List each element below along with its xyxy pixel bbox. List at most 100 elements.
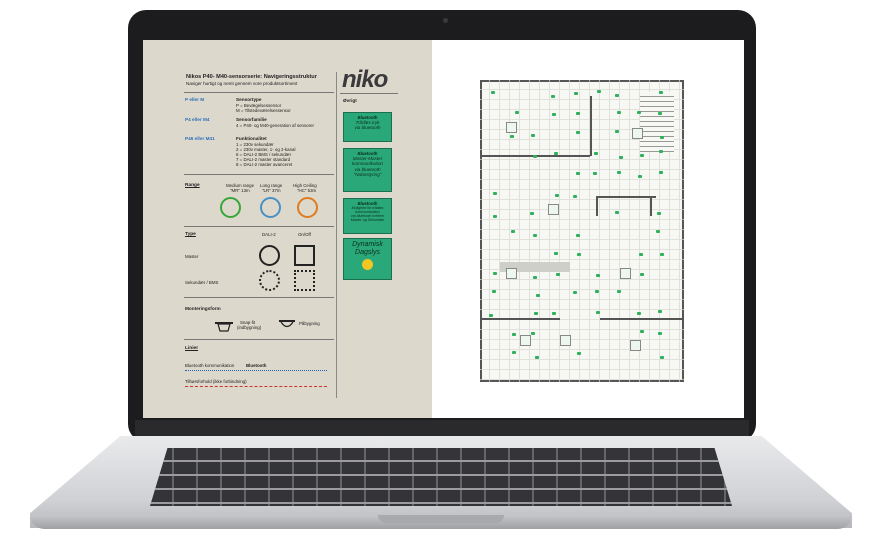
- bluetooth-tag: Bluetooth: [246, 363, 267, 368]
- sensor-marker: [530, 211, 535, 215]
- sensor-marker: [552, 112, 557, 116]
- sensor-marker: [636, 110, 641, 114]
- sensor-marker: [552, 312, 557, 316]
- sensor-marker: [530, 332, 535, 336]
- bluetooth-master-box: Bluetooth Master-Master kommunikation vi…: [343, 148, 392, 192]
- range-hc-value: "HC" 53m: [297, 188, 317, 193]
- sensor-marker: [553, 151, 558, 155]
- keyboard-rows: [150, 448, 732, 506]
- daylight-box: Dynamisk Dagslys: [343, 238, 392, 280]
- mounting-paabygning: Påbygning: [299, 321, 320, 326]
- sensor-marker: [576, 171, 581, 175]
- niko-logo: niko: [342, 66, 388, 93]
- lines-label: Linier: [185, 346, 199, 351]
- webcam: [443, 18, 448, 23]
- sekundaer-onoff-symbol: [294, 270, 315, 291]
- sensor-marker: [658, 112, 663, 116]
- sensor-marker: [640, 330, 645, 334]
- sensor-marker: [514, 110, 519, 114]
- bluetooth-secondary-box: Bluetooth Mulighed for trådløs kommunika…: [343, 198, 392, 234]
- sensor-marker: [553, 252, 558, 256]
- ovrigt-label: Øvrigt: [343, 98, 357, 103]
- range-lr-circle: [260, 197, 281, 218]
- desc-line: 4 = P40- og M40-generation af sensorer: [236, 123, 314, 128]
- line-bluetooth-label: Bluetooth kommunikation: [185, 363, 235, 368]
- master-dali-symbol: [259, 245, 280, 266]
- sensor-marker: [636, 312, 641, 316]
- sensor-marker: [619, 155, 624, 159]
- page-subtitle: Naviger hurtigt og nemt gennem vore prod…: [186, 81, 298, 86]
- sensor-marker: [659, 135, 664, 139]
- sensor-marker: [555, 272, 560, 276]
- sensor-marker: [616, 170, 621, 174]
- staircase: [640, 92, 674, 152]
- sensor-marker: [555, 193, 560, 197]
- sensor-marker: [660, 252, 665, 256]
- wall: [650, 196, 652, 216]
- box-text: Dynamisk: [352, 241, 383, 248]
- type-label: Type: [185, 232, 196, 237]
- relation-line-sample: [185, 386, 327, 387]
- code-sensortype: P eller M: [185, 97, 205, 102]
- code-funktionalitet: P46 eller M41: [185, 136, 215, 141]
- sensor-marker: [535, 293, 540, 297]
- wall: [600, 318, 684, 320]
- sensor-marker: [617, 290, 622, 294]
- daylight-icon: [362, 259, 373, 271]
- sensor-marker: [491, 90, 496, 94]
- range-hc-circle: [297, 197, 318, 218]
- fixture-symbol: [632, 128, 643, 139]
- sensor-marker: [511, 333, 516, 337]
- sensor-marker: [532, 155, 537, 159]
- line-relation-label: Tilhørsforhold (ikke forbindning): [185, 379, 247, 384]
- sensor-marker: [576, 233, 581, 237]
- sensor-marker: [596, 273, 601, 277]
- box-text: "Nabostyring": [353, 171, 382, 177]
- divider: [184, 92, 334, 93]
- code-sensorfamilie: P4 eller M4: [185, 117, 210, 122]
- desc-line: 8 = DALI-2 master avanceret: [236, 162, 293, 167]
- mounting-snapfit-sub: (indbygning): [237, 325, 262, 330]
- type-col-dali: DALI-2: [262, 232, 276, 237]
- sensor-marker: [492, 215, 497, 219]
- sensor-marker: [658, 91, 663, 95]
- sensor-marker: [575, 130, 580, 134]
- sensor-marker: [657, 310, 662, 314]
- lid-opening-notch: [378, 515, 504, 523]
- sensor-marker: [531, 133, 536, 137]
- fixture-symbol: [630, 340, 641, 351]
- fixture-symbol: [520, 335, 531, 346]
- type-row-sekundaer: Sekundær / BMS: [185, 280, 219, 285]
- wall: [596, 196, 656, 198]
- range-lr-value: "LR" 37m: [262, 188, 281, 193]
- sensor-marker: [615, 94, 620, 98]
- sensor-marker: [573, 194, 578, 198]
- box-text: via bluetooth: [354, 125, 381, 131]
- wall: [596, 196, 598, 216]
- divider: [184, 226, 334, 227]
- surface-mount-icon: [279, 320, 295, 328]
- bluetooth-push-box: Bluetooth Trådløs tryk via bluetooth: [343, 112, 392, 142]
- sensor-marker: [533, 275, 538, 279]
- sensor-marker: [658, 170, 663, 174]
- range-mr-circle: [220, 197, 241, 218]
- type-col-onoff: On/Off: [298, 232, 311, 237]
- sensor-marker: [533, 312, 538, 316]
- sensor-marker: [659, 150, 664, 154]
- fixture-symbol: [506, 122, 517, 133]
- master-onoff-symbol: [294, 245, 315, 266]
- sensor-marker: [656, 212, 661, 216]
- box-text: Dagslys: [355, 249, 380, 257]
- mounting-label: Monteringsform: [185, 306, 221, 311]
- sensor-marker: [535, 355, 540, 359]
- heading-sensorfamilie: Sensorfamilie: [236, 117, 267, 122]
- sensor-marker: [593, 151, 598, 155]
- divider: [184, 339, 334, 340]
- sensor-marker: [532, 234, 537, 238]
- heading-sensortype: Sensortype: [236, 97, 262, 102]
- heading-funktionalitet: Funktionalitet: [236, 136, 267, 141]
- wall: [480, 318, 560, 320]
- fixture-symbol: [506, 268, 517, 279]
- sekundaer-dali-symbol: [259, 270, 280, 291]
- page-title: Nikos P40- M40-sensorserie: Navigeringss…: [186, 74, 317, 80]
